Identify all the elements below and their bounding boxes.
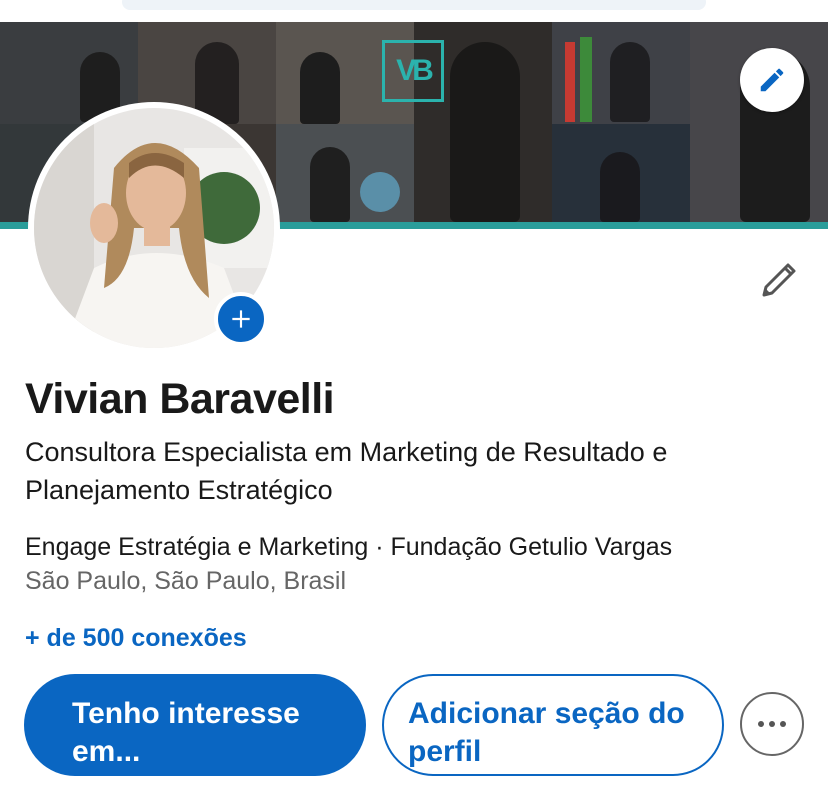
- profile-location: São Paulo, São Paulo, Brasil: [25, 567, 347, 595]
- profile-name: Vivian Baravelli: [25, 375, 335, 423]
- profile-headline: Consultora Especialista em Marketing de …: [25, 437, 668, 505]
- logo-text: VB: [396, 54, 434, 87]
- edit-profile-button[interactable]: [756, 255, 804, 303]
- more-horizontal-icon: [756, 721, 789, 727]
- add-profile-section-button[interactable]: Adicionar seção do perfil: [382, 674, 724, 776]
- profile-organizations[interactable]: Engage Estratégia e Marketing · Fundação…: [25, 533, 672, 562]
- edit-banner-button[interactable]: [740, 48, 804, 112]
- pencil-icon: [760, 68, 784, 92]
- more-actions-button[interactable]: [740, 692, 804, 756]
- connections-link[interactable]: + de 500 conexões: [25, 624, 247, 653]
- pencil-outline-icon: [762, 263, 796, 297]
- company-logo: VB: [382, 40, 444, 102]
- add-photo-button[interactable]: [214, 292, 268, 346]
- plus-icon: [232, 310, 250, 328]
- search-bar-edge[interactable]: [122, 0, 706, 10]
- open-to-button[interactable]: Tenho interesse em...: [24, 674, 366, 776]
